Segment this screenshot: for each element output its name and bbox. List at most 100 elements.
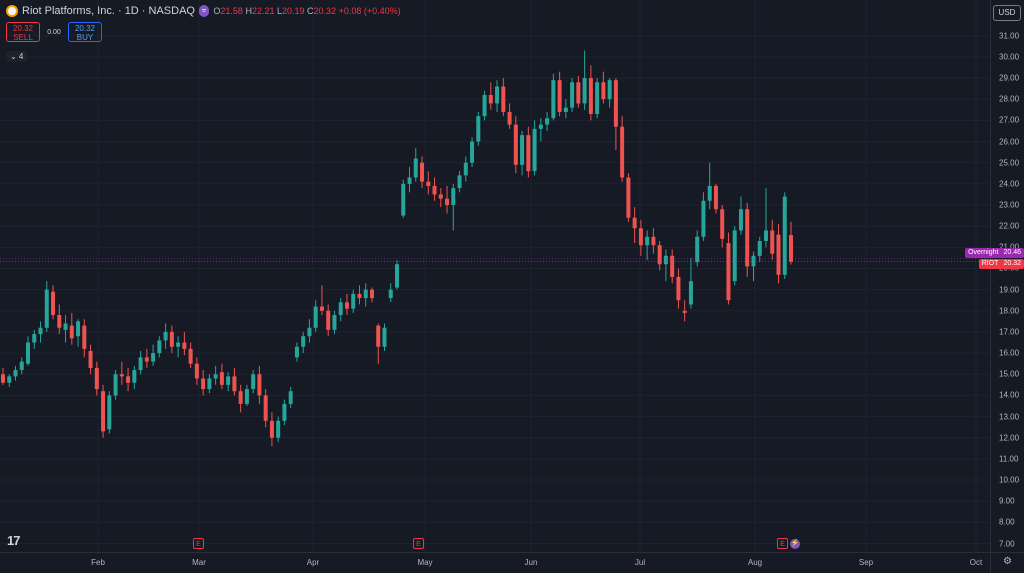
candle-body [632, 217, 637, 229]
candle-body [69, 325, 74, 339]
candle-body [319, 306, 324, 311]
low-value: 20.19 [282, 6, 305, 16]
candle-body [470, 141, 475, 163]
candle-body [707, 185, 712, 201]
symbol-value: 20.32 [1003, 260, 1021, 267]
candle-body [301, 336, 306, 347]
candle-body [151, 353, 156, 362]
time-tick-label: Feb [91, 558, 105, 567]
candle-body [326, 310, 331, 330]
candle-body [94, 367, 99, 390]
buy-label: BUY [76, 33, 94, 42]
candle-body [232, 376, 237, 392]
earnings-marker[interactable]: E [777, 538, 788, 549]
candle-body [226, 376, 231, 385]
candle-body [726, 243, 731, 301]
candle-body [188, 348, 193, 364]
candle-body [182, 342, 187, 349]
candle-body [107, 395, 112, 430]
price-tick-label: 8.00 [999, 517, 1015, 527]
price-axis[interactable]: 7.00 8.00 9.00 10.00 11.00 12.00 13.00 14.00 15.… [990, 0, 1024, 552]
candle-body [288, 391, 293, 404]
price-tick-label: 23.00 [999, 200, 1020, 210]
candle-body [763, 230, 768, 241]
candle-body [344, 302, 349, 309]
candle-body [263, 395, 268, 421]
candle-body [388, 289, 393, 299]
axis-corner: ⚙ [990, 552, 1024, 573]
candle-body [82, 325, 87, 349]
candle-body [570, 82, 575, 108]
price-tick-label: 16.00 [999, 348, 1020, 358]
grid-lines [0, 0, 990, 552]
lightning-icon[interactable]: ⚡ [790, 539, 800, 549]
candle-body [351, 293, 356, 309]
candle-body [582, 78, 587, 104]
candle-body [51, 291, 56, 316]
candle-body [776, 234, 781, 275]
price-tick-label: 27.00 [999, 115, 1020, 125]
candle-body [520, 135, 525, 165]
market-status-badge[interactable]: ≈ [198, 5, 210, 17]
candle-body [207, 378, 212, 390]
candle-body [513, 124, 518, 165]
candle-body [695, 236, 700, 263]
candle-body [213, 374, 218, 379]
gear-icon[interactable]: ⚙ [1003, 556, 1012, 567]
price-tick-label: 30.00 [999, 52, 1020, 62]
earnings-marker[interactable]: E [193, 538, 204, 549]
candle-body [26, 342, 31, 364]
candle-body [307, 327, 312, 337]
candle-body [169, 331, 174, 347]
candle-body [607, 80, 612, 100]
earnings-marker[interactable]: E [413, 538, 424, 549]
buy-button[interactable]: 20.32 BUY [68, 22, 102, 42]
tradingview-logo[interactable]: 17 [7, 533, 21, 548]
candle-body [132, 370, 137, 383]
candle-body [382, 327, 387, 347]
sell-button[interactable]: 20.32 SELL [6, 22, 40, 42]
price-tick-label: 14.00 [999, 390, 1020, 400]
candle-body [401, 183, 406, 216]
candle-body [176, 342, 181, 347]
time-tick-label: May [417, 558, 433, 567]
candle-body [613, 80, 618, 127]
candle-body [738, 209, 743, 231]
change-value: +0.08 (+0.40%) [338, 6, 401, 16]
candle-body [538, 124, 543, 129]
candle-series [1, 50, 793, 447]
currency-selector[interactable]: USD [993, 5, 1021, 21]
time-tick-label: Aug [747, 558, 763, 567]
candle-body [1, 374, 5, 383]
indicators-toggle[interactable]: ⌄ 4 [6, 51, 28, 62]
trade-panel: 20.32 SELL 0.00 20.32 BUY [6, 22, 102, 42]
candle-body [63, 323, 68, 330]
chart-pane[interactable]: Riot Platforms, Inc. · 1D · NASDAQ ≈ O21… [0, 0, 990, 552]
riot-logo[interactable] [6, 5, 18, 17]
candle-body [244, 389, 249, 404]
candle-body [438, 194, 443, 199]
symbol-title[interactable]: Riot Platforms, Inc. · 1D · NASDAQ [22, 5, 195, 17]
price-tick-label: 10.00 [999, 475, 1020, 485]
price-tick-label: 18.00 [999, 306, 1020, 316]
candlestick-plot[interactable] [0, 0, 990, 552]
candle-body [545, 118, 550, 125]
candle-body [701, 200, 706, 237]
candle-body [407, 177, 412, 184]
close-value: 20.32 [313, 6, 337, 16]
time-axis[interactable]: Feb Mar Apr May Jun Jul Aug Sep Oct [0, 552, 990, 573]
candle-body [7, 376, 12, 383]
candle-body [620, 126, 625, 178]
candle-body [488, 94, 493, 104]
candle-body [38, 327, 43, 335]
candle-body [163, 331, 168, 341]
candle-body [19, 361, 24, 371]
candle-body [313, 306, 318, 328]
candle-body [451, 188, 456, 206]
candle-body [257, 374, 262, 396]
candle-body [157, 340, 162, 354]
candle-body [13, 370, 18, 377]
candle-body [770, 230, 775, 254]
spread-value: 0.00 [47, 28, 61, 36]
candle-body [138, 357, 143, 371]
